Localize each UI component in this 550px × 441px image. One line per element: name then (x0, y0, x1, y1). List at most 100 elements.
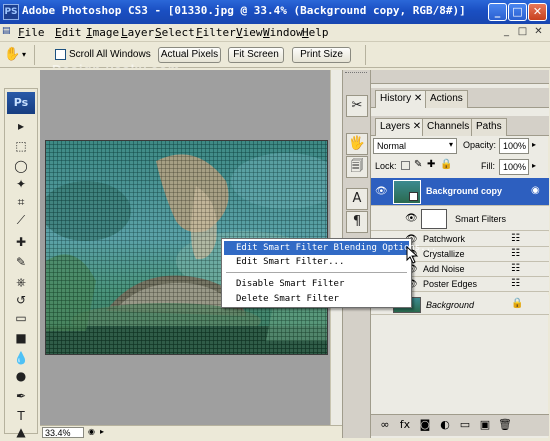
trash-icon[interactable]: 🗑 (497, 418, 513, 434)
menu-view[interactable]: View (236, 26, 263, 39)
fill-dropdown-icon[interactable]: ▸ (532, 161, 536, 170)
pen-tool-icon[interactable]: ✒ (10, 389, 32, 404)
opacity-input[interactable]: 100% (499, 138, 529, 154)
filter-options-icon[interactable]: ☷ (511, 278, 520, 289)
photoshop-badge[interactable]: Ps (7, 92, 35, 114)
menu-image[interactable]: Image (86, 26, 119, 39)
panel-header[interactable] (371, 70, 549, 84)
new-layer-icon[interactable]: ▣ (477, 418, 493, 434)
tool-preset-dropdown-icon[interactable]: ▾ (22, 48, 30, 62)
type-tool-icon[interactable]: T (10, 409, 32, 424)
close-button[interactable]: ✕ (528, 3, 547, 21)
tab-actions[interactable]: Actions (425, 90, 468, 108)
filter-mask-thumbnail[interactable] (421, 209, 447, 229)
magic-wand-icon[interactable]: ✦ (10, 177, 32, 192)
visibility-eye-icon[interactable]: 👁 (375, 186, 388, 198)
crop-tool-icon[interactable]: ⌗ (10, 195, 32, 210)
clone-stamp-icon[interactable]: ⎈ (10, 275, 32, 290)
actual-pixels-button[interactable]: Actual Pixels (158, 47, 221, 63)
status-arrow-icon[interactable]: ▸ (100, 427, 108, 438)
filter-options-icon[interactable]: ☷ (511, 233, 520, 244)
menu-layer[interactable]: Layer (121, 26, 154, 39)
tab-history[interactable]: History ✕ (375, 90, 428, 108)
tool-presets-icon[interactable]: ✂ (346, 95, 368, 117)
lock-image-icon[interactable]: ✎ (414, 159, 422, 170)
link-icon[interactable]: ∞ (377, 418, 393, 434)
toolbox: Ps ▸ ⬚ ◯ ✦ ⌗ ⟋ ✚ ✎ ⎈ ↺ ▭ ■ 💧 ● ✒ T ▲ (4, 88, 38, 439)
adjustment-icon[interactable]: ◐ (437, 418, 453, 434)
title-bar[interactable]: PS Adobe Photoshop CS3 - [01330.jpg @ 33… (0, 0, 550, 24)
healing-brush-icon[interactable]: ✚ (10, 235, 32, 250)
doc-minimize-button[interactable]: _ (500, 26, 513, 38)
tab-layers[interactable]: Layers ✕ (375, 118, 427, 136)
layers-tab-row: Layers ✕ Channels Paths (371, 116, 549, 136)
path-select-icon[interactable]: ▲ (10, 425, 32, 440)
menu-window[interactable]: Window (263, 26, 303, 39)
scroll-all-windows-label: Scroll All Windows (69, 49, 151, 60)
blend-row: Normal ▾ Opacity: 100% ▸ (371, 136, 549, 156)
menu-select[interactable]: Select (155, 26, 195, 39)
menu-item-edit-blending-options[interactable]: Edit Smart Filter Blending Options... (224, 241, 436, 255)
menu-item-edit-smart-filter[interactable]: Edit Smart Filter... (224, 255, 409, 269)
lock-position-icon[interactable]: ✚ (427, 159, 435, 170)
mask-icon[interactable]: ◙ (417, 418, 433, 434)
tab-paths[interactable]: Paths (471, 118, 507, 136)
smart-filter-name: Poster Edges (423, 279, 478, 289)
history-brush-icon[interactable]: ↺ (10, 293, 32, 308)
background-layer-name: Background (426, 300, 475, 310)
dock-grip[interactable] (345, 72, 367, 78)
group-icon[interactable]: ▭ (457, 418, 473, 434)
layer-name: Background copy (426, 186, 503, 196)
clone-source-icon[interactable]: 🗐 (346, 156, 368, 178)
minimize-button[interactable]: _ (488, 3, 507, 21)
smart-filters-eye-icon[interactable]: 👁 (405, 213, 418, 225)
character-icon[interactable]: A (346, 188, 368, 210)
zoom-level-field[interactable]: 33.4% (42, 427, 84, 438)
layer-background-copy[interactable]: 👁 Background copy ◉ (371, 178, 549, 206)
smart-filter-badge-icon[interactable]: ◉ (531, 185, 540, 196)
history-body (371, 108, 549, 116)
eraser-tool-icon[interactable]: ▭ (10, 311, 32, 326)
filter-options-icon[interactable]: ☷ (511, 263, 520, 274)
lock-all-icon[interactable]: 🔒 (440, 159, 452, 170)
menu-item-disable-smart-filter[interactable]: Disable Smart Filter (224, 277, 409, 291)
menu-edit[interactable]: Edit (55, 26, 82, 39)
filter-options-icon[interactable]: ☷ (511, 248, 520, 259)
menu-item-delete-smart-filter[interactable]: Delete Smart Filter (224, 292, 409, 306)
gradient-tool-icon[interactable]: ■ (10, 331, 32, 346)
doc-close-button[interactable]: ✕ (532, 26, 545, 38)
print-size-button[interactable]: Print Size (292, 47, 351, 63)
menu-file[interactable]: File (18, 26, 45, 39)
status-bar: 33.4% ◉ ▸ (40, 425, 342, 439)
window-title: Adobe Photoshop CS3 - [01330.jpg @ 33.4%… (22, 4, 466, 17)
smart-filters-row[interactable]: 👁 Smart Filters (371, 207, 549, 231)
move-tool-icon[interactable]: ▸ (10, 119, 32, 134)
blur-tool-icon[interactable]: 💧 (10, 351, 32, 366)
dodge-tool-icon[interactable]: ● (10, 369, 32, 384)
status-menu-icon[interactable]: ◉ (88, 427, 98, 438)
opacity-dropdown-icon[interactable]: ▸ (532, 140, 536, 149)
document-icon[interactable]: ▤ (2, 26, 14, 39)
paragraph-icon[interactable]: ¶ (346, 211, 368, 233)
fx-icon[interactable]: fx (397, 418, 413, 434)
options-divider (34, 45, 35, 65)
slice-tool-icon[interactable]: ⟋ (10, 213, 32, 228)
menu-help[interactable]: Help (302, 26, 329, 39)
smart-filters-label: Smart Filters (455, 214, 507, 224)
maximize-button[interactable]: □ (508, 3, 527, 21)
blend-mode-select[interactable]: Normal (373, 138, 457, 154)
lasso-tool-icon[interactable]: ◯ (10, 159, 32, 174)
doc-restore-button[interactable]: □ (516, 26, 529, 38)
fill-input[interactable]: 100% (499, 159, 529, 175)
hand-tool-icon[interactable]: ✋ (4, 47, 20, 63)
brushes-icon[interactable]: 🖐 (346, 133, 368, 155)
menu-filter[interactable]: Filter (196, 26, 236, 39)
scroll-all-windows-checkbox[interactable] (55, 49, 66, 60)
fit-screen-button[interactable]: Fit Screen (228, 47, 284, 63)
marquee-tool-icon[interactable]: ⬚ (10, 139, 32, 154)
tab-channels[interactable]: Channels (422, 118, 475, 136)
mouse-cursor-icon (406, 245, 420, 264)
brush-tool-icon[interactable]: ✎ (10, 255, 32, 270)
lock-transparent-icon[interactable] (401, 161, 410, 170)
context-menu: Edit Smart Filter Blending Options... Ed… (221, 238, 436, 308)
